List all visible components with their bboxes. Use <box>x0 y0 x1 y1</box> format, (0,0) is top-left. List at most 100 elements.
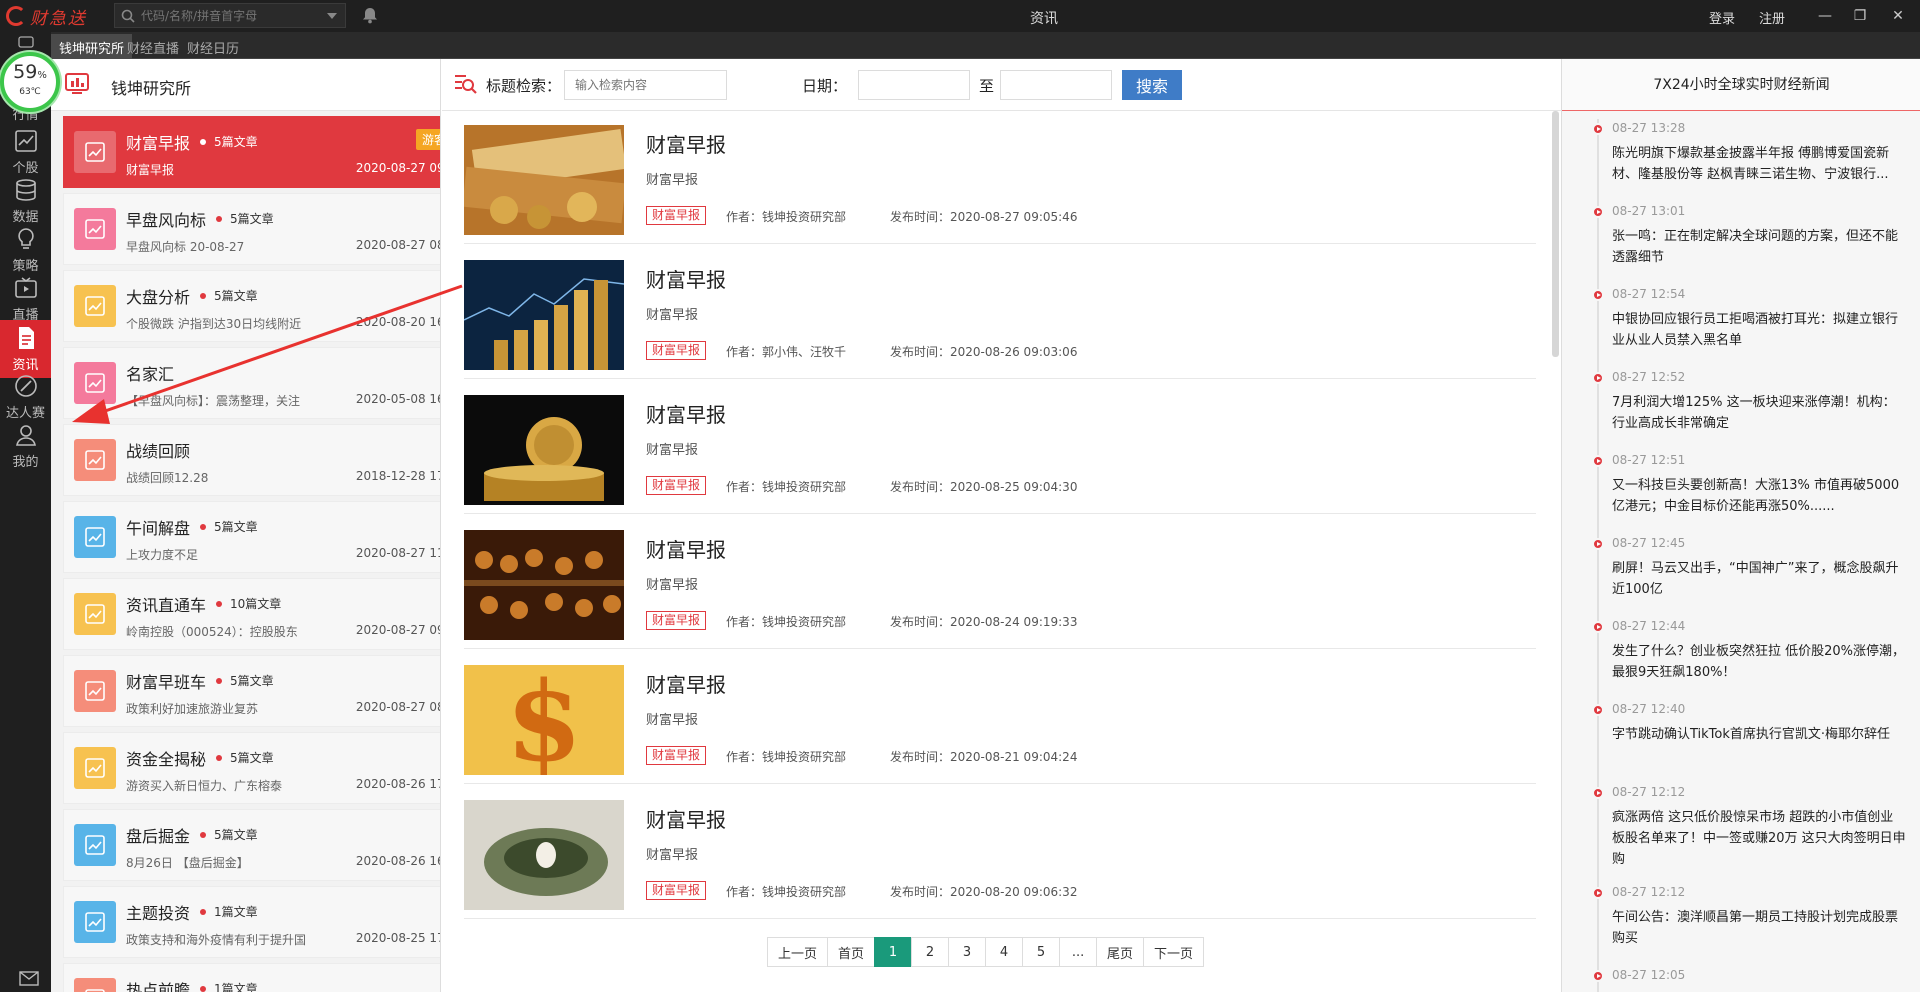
article-thumbnail[interactable] <box>464 530 624 640</box>
news-doc-icon <box>19 327 34 349</box>
network-speed-ball[interactable]: 59% 63℃ <box>0 52 60 112</box>
article-tag: 财富早报 <box>646 746 707 765</box>
column-item[interactable]: 资金全揭秘 5篇文章游资买入新日恒力、广东榕泰 2020-08-26 17:17 <box>63 732 440 804</box>
news-headline[interactable]: 陈光明旗下爆款基金披露半年报 傅鹏博爱国瓷新材、隆基股份等 赵枫青睐三诺生物、宁… <box>1612 143 1906 185</box>
column-icon <box>74 670 116 712</box>
window-title: 资讯 <box>1030 11 1058 27</box>
tab-finance-calendar[interactable]: 财经日历 <box>179 34 247 59</box>
pager-item[interactable]: 5 <box>1022 937 1061 967</box>
news-headline[interactable]: 又一科技巨头要创新高！大涨13% 市值再破5000亿港元；中金目标价还能再涨50… <box>1612 475 1906 517</box>
title-search-input[interactable] <box>564 70 727 100</box>
article-title[interactable]: 财富早报 <box>646 669 726 698</box>
logo-mark-icon <box>6 6 26 26</box>
article-thumbnail[interactable]: $ <box>464 665 624 775</box>
column-item[interactable]: 早盘风向标 5篇文章早盘风向标 20-08-27 2020-08-27 08:09 <box>63 193 440 265</box>
article-time: 发布时间：2020-08-21 09:04:24 <box>890 750 1078 764</box>
pager-item[interactable]: 下一页 <box>1143 937 1205 967</box>
pager-item[interactable]: 2 <box>911 937 950 967</box>
column-icon <box>74 208 116 250</box>
article-tag: 财富早报 <box>646 881 707 900</box>
article-thumbnail[interactable] <box>464 395 624 505</box>
article-item[interactable]: $ 财富早报 财富早报 财富早报 作者：钱坤投资研究部 发布时间：2020-08-21 0… <box>464 651 1536 784</box>
article-tag: 财富早报 <box>646 476 707 495</box>
column-latest-date: 2020-05-08 16:25 <box>355 392 440 406</box>
start-date-input[interactable] <box>858 70 970 100</box>
news-headline[interactable]: 7月利润大增125% 这一板块迎来涨停潮！机构：行业高成长非常确定 <box>1612 392 1906 434</box>
article-title[interactable]: 财富早报 <box>646 129 726 158</box>
stock-search-input[interactable] <box>141 8 327 23</box>
column-item[interactable]: 热点前瞻 1篇文章 <box>63 963 440 992</box>
column-item[interactable]: 财富早报 5篇文章财富早报 2020-08-27 09:05 游客版 <box>63 116 440 188</box>
news-headline[interactable]: 张一鸣：正在制定解决全球问题的方案，但还不能透露细节 <box>1612 226 1906 268</box>
stock-search-box[interactable] <box>114 3 346 28</box>
column-item[interactable]: 财富早班车 5篇文章政策利好加速旅游业复苏 2020-08-27 08:58 <box>63 655 440 727</box>
close-icon[interactable]: ✕ <box>1888 6 1908 26</box>
article-thumbnail[interactable] <box>464 260 624 370</box>
column-item[interactable]: 午间解盘 5篇文章上攻力度不足 2020-08-27 11:53 <box>63 501 440 573</box>
column-name: 盘后掘金 <box>126 827 191 846</box>
column-item[interactable]: 盘后掘金 5篇文章 8月26日 【盘后掘金】 2020-08-26 16:35 <box>63 809 440 881</box>
article-item[interactable]: 财富早报 财富早报 财富早报 作者：钱坤投资研究部 发布时间：2020-08-20 09… <box>464 786 1536 919</box>
column-glyph-icon <box>85 373 105 393</box>
restore-icon[interactable]: ❐ <box>1850 6 1870 26</box>
news-headline[interactable]: 疯涨两倍 这只低价股惊呆市场 超跌的小市值创业板股名单来了！中一签或赚20万 这… <box>1612 807 1906 870</box>
column-panel-title: 钱坤研究所 <box>111 79 192 98</box>
minimize-icon[interactable]: — <box>1815 6 1835 26</box>
news-headline[interactable]: 午间公告：澳洋顺昌第一期员工持股计划完成股票购买 <box>1612 907 1906 949</box>
sub-tab-strip: 钱坤研究所 财经直播 财经日历 <box>51 32 1920 59</box>
article-item[interactable]: 财富早报 财富早报 财富早报 作者：钱坤投资研究部 发布时间：2020-08-24 09… <box>464 516 1536 649</box>
mail-icon[interactable] <box>19 971 39 986</box>
login-link[interactable]: 登录 <box>1709 8 1735 27</box>
column-glyph-icon <box>85 681 105 701</box>
column-article-count: 5篇文章 <box>216 672 274 689</box>
column-item[interactable]: 名家汇【早盘风向标】：震荡整理，关注 2020-05-08 16:25 <box>63 347 440 419</box>
research-chart-icon <box>65 73 89 94</box>
chevron-down-icon[interactable] <box>327 12 337 19</box>
column-latest-date: 2020-08-27 08:09 <box>355 238 440 252</box>
news-headline[interactable]: 发生了什么？创业板突然狂拉 低价股20%涨停潮，最狠9天狂飙180%！ <box>1612 641 1906 683</box>
pager-item[interactable]: 尾页 <box>1096 937 1145 967</box>
news-time: 08-27 12:45 <box>1612 536 1686 550</box>
news-headline[interactable]: 刷屏！马云又出手，“中国神广”来了，概念股飙升近100亿 <box>1612 558 1906 600</box>
column-glyph-icon <box>85 604 105 624</box>
column-article-count: 5篇文章 <box>216 749 274 766</box>
column-latest-title: 岭南控股（000524）：控股股东 <box>126 625 298 639</box>
article-title[interactable]: 财富早报 <box>646 264 726 293</box>
rail-item-7[interactable]: 我的 <box>0 417 51 475</box>
article-item[interactable]: 财富早报 财富早报 财富早报 作者：钱坤投资研究部 发布时间：2020-08-25 09… <box>464 381 1536 514</box>
article-tag: 财富早报 <box>646 206 707 225</box>
pager-item[interactable]: 首页 <box>827 937 876 967</box>
play-dot-icon <box>1592 206 1604 218</box>
column-item[interactable]: 主题投资 1篇文章政策支持和海外疫情有利于提升国 2020-08-25 17:23 <box>63 886 440 958</box>
article-item[interactable]: 财富早报 财富早报 财富早报 作者：钱坤投资研究部 发布时间：2020-08-27 09… <box>464 111 1536 244</box>
pager-item[interactable]: 1 <box>874 937 913 967</box>
article-time: 发布时间：2020-08-26 09:03:06 <box>890 345 1078 359</box>
column-item[interactable]: 战绩回顾战绩回顾12.28 2018-12-28 17:58 <box>63 424 440 496</box>
pager-item[interactable]: ... <box>1059 937 1098 967</box>
news-headline[interactable]: 中银协回应银行员工拒喝酒被打耳光：拟建立银行业从业人员禁入黑名单 <box>1612 309 1906 351</box>
column-article-count: 1篇文章 <box>200 903 258 920</box>
column-item[interactable]: 大盘分析 5篇文章个股微跌 沪指到达30日均线附近 2020-08-20 16:55 <box>63 270 440 342</box>
article-title[interactable]: 财富早报 <box>646 399 726 428</box>
news-headline[interactable]: 字节跳动确认TikTok首席执行官凯文·梅耶尔辞任 <box>1612 724 1906 745</box>
pager-item[interactable]: 3 <box>948 937 987 967</box>
column-article-count: 5篇文章 <box>200 826 258 843</box>
search-button[interactable]: 搜索 <box>1122 70 1182 100</box>
register-link[interactable]: 注册 <box>1759 8 1785 27</box>
column-name: 资讯直通车 <box>126 596 207 615</box>
end-date-input[interactable] <box>1000 70 1112 100</box>
pager-item[interactable]: 上一页 <box>767 937 829 967</box>
article-title[interactable]: 财富早报 <box>646 534 726 563</box>
article-list-scrollbar[interactable] <box>1552 111 1559 357</box>
column-icon <box>74 131 116 173</box>
search-icon <box>121 9 135 23</box>
column-item[interactable]: 资讯直通车 10篇文章岭南控股（000524）：控股股东 2020-08-27 09… <box>63 578 440 650</box>
article-item[interactable]: 财富早报 财富早报 财富早报 作者：郭小伟、汪牧千 发布时间：2020-08-26 09… <box>464 246 1536 379</box>
article-thumbnail[interactable] <box>464 800 624 910</box>
tab-finance-live[interactable]: 财经直播 <box>119 34 187 59</box>
bell-icon[interactable] <box>362 7 378 24</box>
article-thumbnail[interactable] <box>464 125 624 235</box>
column-icon <box>74 516 116 558</box>
pager-item[interactable]: 4 <box>985 937 1024 967</box>
article-title[interactable]: 财富早报 <box>646 804 726 833</box>
